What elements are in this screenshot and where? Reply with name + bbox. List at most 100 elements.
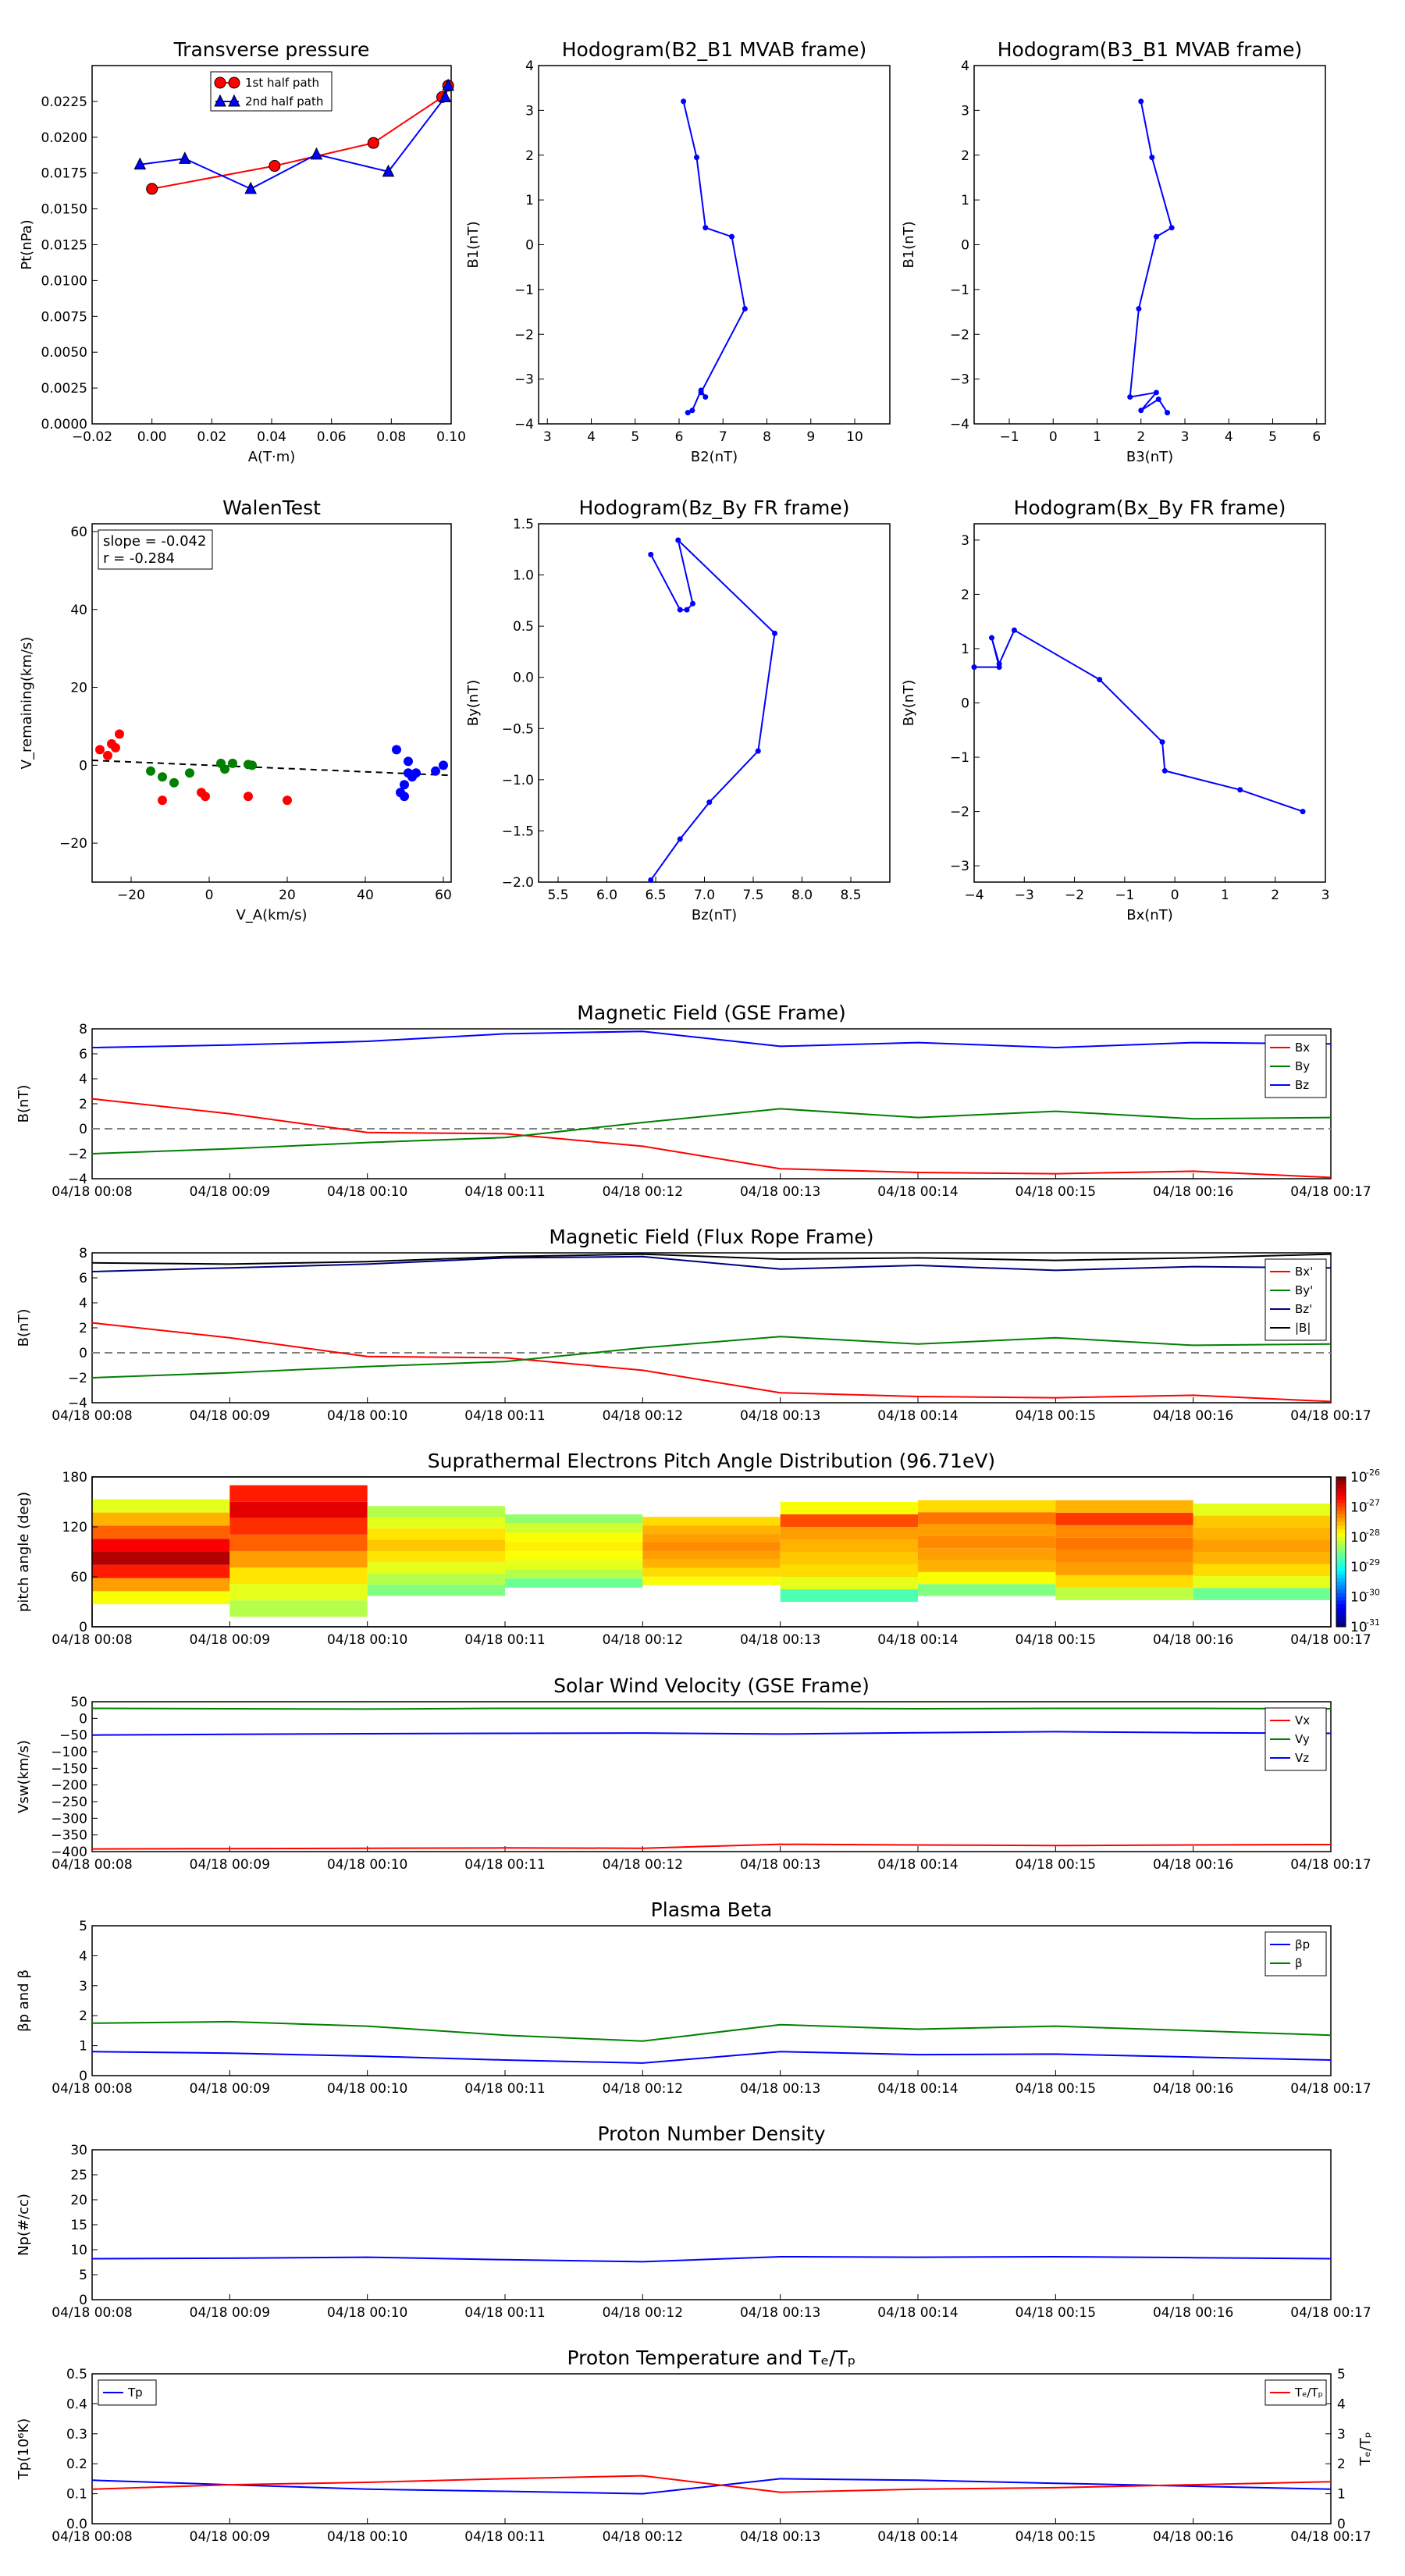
pad-colorbar-exponent: -26 [1366,1468,1380,1478]
mag_fr-title: Magnetic Field (Flux Rope Frame) [549,1226,873,1248]
np-ylabel: Np(#/cc) [16,2194,32,2256]
h21-xtick-label: 3 [543,429,552,445]
pad-cell [505,1514,643,1524]
tp-point [367,137,379,149]
walen-r: r = -0.284 [103,550,175,567]
np-time-label: 04/18 00:12 [603,2305,683,2321]
tp-legend-marker [228,76,240,89]
temp-ytick-label: 0.2 [66,2457,87,2472]
vsw-legend-label: Vx [1295,1713,1310,1727]
h21-xtick-label: 8 [763,429,771,445]
vsw-time-label: 04/18 00:09 [190,1857,270,1873]
vsw-ytick-label: 0 [79,1711,87,1727]
temp-legend-label: Tp [127,2386,143,2400]
h21-panel: Hodogram(B2_B1 MVAB frame)3 4 5 6 7 8 9 10−4−3−… [465,38,891,465]
pad-cell [505,1532,643,1542]
h21-point [742,306,748,312]
beta-time-label: 04/18 00:10 [327,2081,407,2097]
vsw-ytick-label: 50 [70,1695,87,1710]
pad-cell [642,1576,781,1585]
np-time-label: 04/18 00:14 [877,2305,958,2321]
tp-ytick-label: 0.0225 [41,94,87,110]
beta-ytick-label: 2 [79,2008,87,2024]
hbxby-ytick-label: −3 [950,859,969,874]
beta-series-line [91,2020,1332,2042]
tp-ytick-label: 0.0025 [41,381,87,397]
tp-ytick-label: 0.0075 [41,309,87,325]
temp-time-label: 04/18 00:08 [52,2529,132,2545]
pad-colorbar-step [1336,1488,1346,1493]
pad-cell [780,1539,918,1552]
pad-colorbar-step [1336,1611,1346,1617]
pad-time-label: 04/18 00:11 [464,1632,545,1648]
h21-point [694,155,699,161]
mag_gse-time-label: 04/18 00:15 [1016,1184,1096,1200]
beta-title: Plasma Beta [651,1898,773,1921]
pad-colorbar-step [1336,1514,1346,1519]
pad-cell [780,1589,918,1602]
temp-frame [91,2373,1332,2524]
hbxby-point [1300,809,1306,815]
pad-colorbar-step [1336,1507,1346,1511]
np-time-label: 04/18 00:11 [464,2305,545,2321]
walen-xtick-label: 0 [205,888,214,903]
pad-colorbar-step [1336,1596,1346,1601]
hbxby-point [1161,767,1168,774]
mag_fr-time-label: 04/18 00:08 [52,1408,132,1424]
pad-colorbar-step [1336,1492,1346,1496]
mag_gse-ytick-label: 2 [79,1097,87,1112]
vsw-title: Solar Wind Velocity (GSE Frame) [553,1674,870,1697]
mag_gse-time-label: 04/18 00:14 [877,1184,958,1200]
pad-cell [780,1502,918,1514]
h31-series-line [1129,101,1173,414]
beta-panel: Plasma Beta 04/18 00:08 04/18 00:09 04/18 0… [16,1898,1371,2097]
pad-cell [505,1578,643,1588]
h31-ytick-label: −1 [950,283,969,298]
hbxby-point [996,664,1002,671]
pad-cell [229,1534,368,1551]
pad-cell [1193,1503,1331,1516]
h31-point [1153,390,1159,396]
pad-colorbar-step [1336,1533,1346,1538]
temp-ytick-label: 0.4 [66,2396,87,2412]
hbxby-point [1097,677,1103,683]
temp-time-label: 04/18 00:12 [603,2529,683,2545]
pad-colorbar-step [1336,1484,1346,1489]
h31-point [1136,306,1142,312]
walen-xtick-label: −20 [117,888,145,903]
pad-time-label: 04/18 00:09 [190,1632,270,1648]
pad-colorbar-base: 10 [1350,1500,1368,1515]
hbxby-point [1011,627,1017,633]
mag_gse-time-label: 04/18 00:11 [464,1184,545,1200]
vsw-time-label: 04/18 00:17 [1290,1857,1371,1873]
pad-colorbar-base: 10 [1350,1590,1368,1606]
pad-cell [505,1542,643,1551]
pad-colorbar-step [1336,1567,1346,1571]
mag_fr-time-label: 04/18 00:13 [740,1408,820,1424]
pad-colorbar-step [1336,1608,1346,1613]
pad-cell [505,1569,643,1579]
tp-title: Transverse pressure [173,38,370,61]
beta-series-line [91,2051,1332,2064]
pad-colorbar-exponent: -27 [1366,1497,1380,1507]
mag_gse-ylabel: B(nT) [16,1085,32,1123]
walen-xtick-label: 40 [357,888,374,903]
np-time-label: 04/18 00:09 [190,2305,270,2321]
pad-cell [92,1512,230,1526]
walen-ytick-label: 20 [70,681,87,696]
mag_fr-time-label: 04/18 00:17 [1290,1408,1371,1424]
pad-colorbar-step [1336,1521,1346,1526]
walen-point [392,745,401,755]
h21-ytick-label: 4 [525,59,534,74]
np-ytick-label: 30 [70,2143,87,2158]
walen-point [220,764,229,774]
walen-point [404,756,413,767]
mag_gse-time-label: 04/18 00:10 [327,1184,407,1200]
hbxby-ylabel: By(nT) [901,680,917,726]
pad-cell [1055,1550,1193,1563]
hbxby-point [971,664,977,671]
pad-cell [367,1506,505,1517]
walen-point [201,792,210,802]
hbzby-point [677,836,683,842]
pad-panel: Suprathermal Electrons Pitch Angle Distr… [16,1450,1380,1648]
